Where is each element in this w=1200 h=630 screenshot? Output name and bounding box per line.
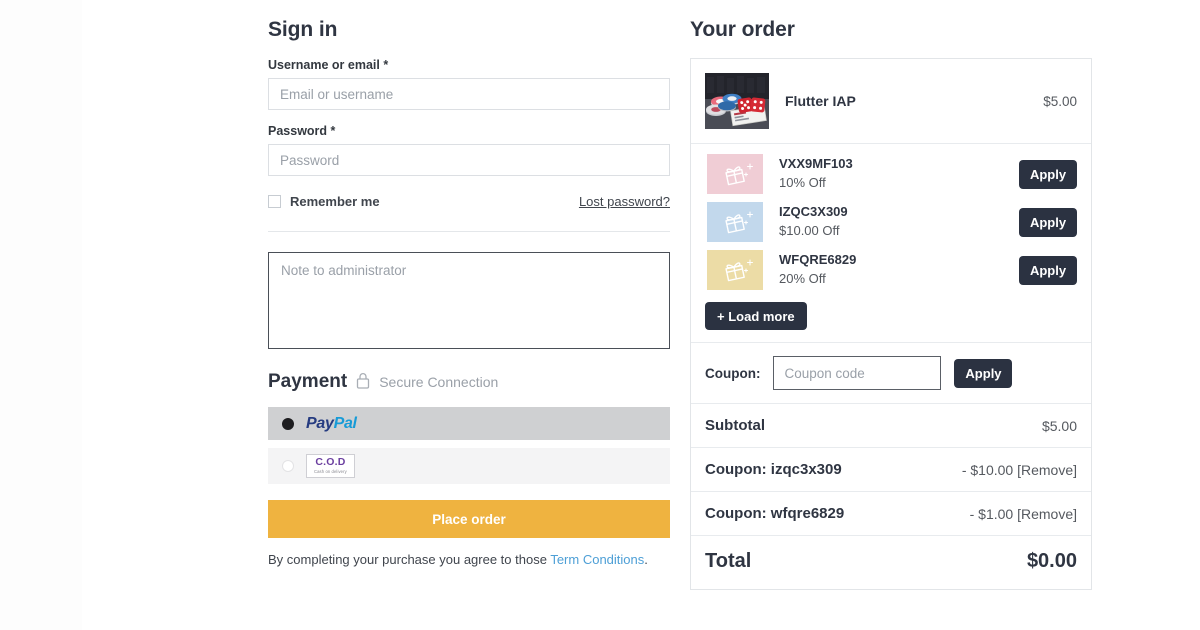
load-more-coupons-button[interactable]: + Load more <box>705 302 807 330</box>
cod-sublabel: Cash on delivery <box>314 468 347 474</box>
subtotal-label: Subtotal <box>705 417 765 434</box>
casino-chips-dice-image <box>705 73 769 129</box>
coupon-entry-row: Coupon: Apply <box>691 343 1091 404</box>
terms-prefix: By completing your purchase you agree to… <box>268 552 551 567</box>
signin-column: Sign in Username or email * Password * R… <box>268 0 670 630</box>
checkout-columns: Sign in Username or email * Password * R… <box>268 0 1098 630</box>
remember-row: Remember me Lost password? <box>268 194 670 209</box>
term-conditions-link[interactable]: Term Conditions <box>550 552 644 567</box>
order-product-row: Flutter IAP $5.00 <box>691 59 1091 144</box>
lost-password-link[interactable]: Lost password? <box>579 194 670 209</box>
apply-coupon-button[interactable]: Apply <box>1019 207 1077 237</box>
applied-coupon-label: Coupon: wfqre6829 <box>705 505 845 522</box>
terms-suffix: . <box>644 552 648 567</box>
product-name: Flutter IAP <box>785 93 856 109</box>
applied-coupon-row: Coupon: wfqre6829 - $1.00 [Remove] <box>691 492 1091 536</box>
gift-box-icon <box>705 202 765 242</box>
checkout-page: Sign in Username or email * Password * R… <box>0 0 1200 630</box>
coupon-apply-button[interactable]: Apply <box>954 358 1013 388</box>
password-label: Password * <box>268 124 336 138</box>
applied-coupon-row: Coupon: izqc3x309 - $10.00 [Remove] <box>691 448 1091 492</box>
remember-me-label: Remember me <box>290 194 380 209</box>
secure-connection-label: Secure Connection <box>379 374 499 390</box>
coupon-code: VXX9MF103 <box>779 156 853 172</box>
coupon-item: WFQRE6829 20% Off Apply <box>705 250 1077 290</box>
order-heading: Your order <box>690 18 795 41</box>
grand-total-row: Total $0.00 <box>691 536 1091 589</box>
password-input[interactable] <box>268 144 670 176</box>
apply-coupon-button[interactable]: Apply <box>1019 159 1077 189</box>
coupon-code-input[interactable] <box>773 356 942 390</box>
payment-method-paypal[interactable]: PayPal <box>268 407 670 440</box>
coupon-discount: $10.00 Off <box>779 223 840 238</box>
total-label: Total <box>705 550 752 572</box>
terms-text: By completing your purchase you agree to… <box>268 552 670 567</box>
cod-badge: C.O.D Cash on delivery <box>306 454 355 478</box>
remember-me-control[interactable]: Remember me <box>268 194 380 209</box>
remember-me-checkbox[interactable] <box>268 195 281 208</box>
coupon-info: IZQC3X309 $10.00 Off <box>779 203 1005 241</box>
lock-icon <box>356 372 370 392</box>
coupon-discount: 20% Off <box>779 271 826 286</box>
place-order-button[interactable]: Place order <box>268 500 670 538</box>
coupon-discount: 10% Off <box>779 175 826 190</box>
paypal-logo: PayPal <box>306 415 357 433</box>
note-to-administrator-textarea[interactable] <box>268 252 670 349</box>
username-label: Username or email * <box>268 58 389 72</box>
applied-coupon-label: Coupon: izqc3x309 <box>705 461 842 478</box>
paypal-logo-pal: Pal <box>333 414 357 432</box>
coupon-info: VXX9MF103 10% Off <box>779 155 1005 193</box>
payment-method-cod[interactable]: C.O.D Cash on delivery <box>268 448 670 484</box>
applied-coupon-value-remove[interactable]: - $1.00 [Remove] <box>970 506 1077 522</box>
coupon-code: WFQRE6829 <box>779 252 857 268</box>
username-input[interactable] <box>268 78 670 110</box>
paypal-radio[interactable] <box>282 417 294 430</box>
coupon-item: IZQC3X309 $10.00 Off Apply <box>705 202 1077 242</box>
apply-coupon-button[interactable]: Apply <box>1019 255 1077 285</box>
coupon-entry-label: Coupon: <box>705 365 761 381</box>
coupon-code: IZQC3X309 <box>779 204 848 220</box>
subtotal-row: Subtotal $5.00 <box>691 404 1091 448</box>
gift-box-icon <box>705 250 765 290</box>
cod-radio[interactable] <box>282 460 294 472</box>
order-column: Your order Flutter IAP $5.00 VXX9MF103 1… <box>690 0 1098 630</box>
gift-box-icon <box>705 154 765 194</box>
product-price: $5.00 <box>1043 93 1077 109</box>
coupon-info: WFQRE6829 20% Off <box>779 251 1005 289</box>
total-value: $0.00 <box>1026 550 1077 572</box>
paypal-logo-pay: Pay <box>306 414 334 432</box>
available-coupons-list: VXX9MF103 10% Off Apply IZQC3X309 $10.00… <box>691 144 1091 343</box>
applied-coupon-value-remove[interactable]: - $10.00 [Remove] <box>962 462 1077 478</box>
order-card: Flutter IAP $5.00 VXX9MF103 10% Off Appl… <box>690 58 1092 590</box>
page-surface: Sign in Username or email * Password * R… <box>82 0 1200 630</box>
signin-heading: Sign in <box>268 18 338 41</box>
signin-divider <box>268 231 670 232</box>
payment-header: Payment Secure Connection <box>268 371 670 393</box>
subtotal-value: $5.00 <box>1041 417 1077 434</box>
payment-heading: Payment <box>268 371 348 392</box>
coupon-item: VXX9MF103 10% Off Apply <box>705 154 1077 194</box>
cod-label: C.O.D <box>315 456 346 469</box>
